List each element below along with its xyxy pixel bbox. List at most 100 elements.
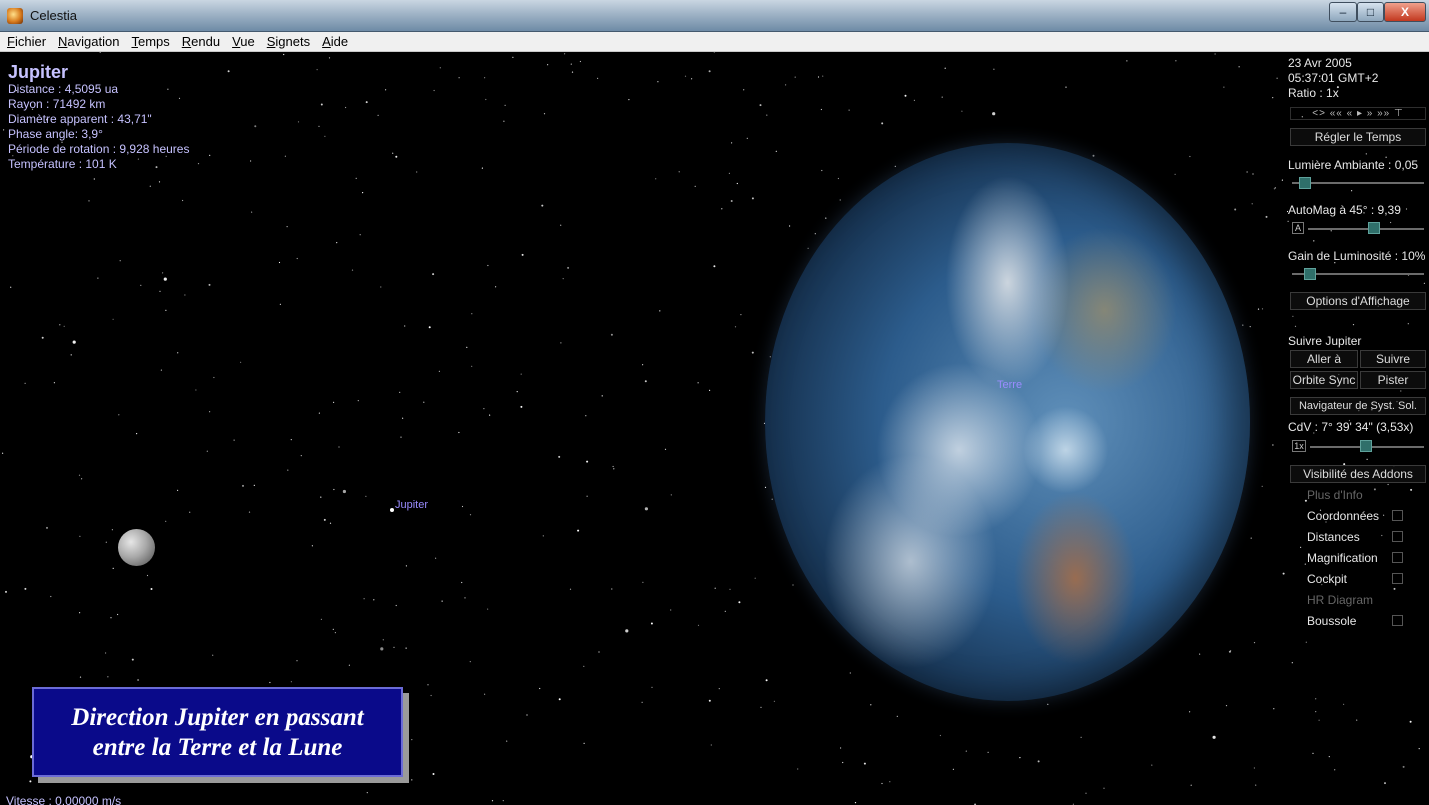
- star: [642, 364, 644, 366]
- star: [1384, 782, 1386, 785]
- moon[interactable]: [118, 529, 155, 566]
- star: [740, 314, 742, 316]
- coordinates-checkbox[interactable]: [1392, 510, 1403, 521]
- star: [773, 700, 776, 702]
- compass-checkbox[interactable]: [1392, 615, 1403, 626]
- star: [50, 595, 52, 598]
- menu-aide[interactable]: Aide: [322, 34, 348, 49]
- star: [571, 71, 574, 73]
- star: [670, 494, 672, 496]
- star: [1238, 66, 1240, 68]
- star: [1047, 703, 1049, 705]
- maximize-button[interactable]: □: [1357, 2, 1384, 22]
- automag-thumb[interactable]: [1368, 222, 1380, 234]
- star: [775, 150, 777, 152]
- magnification-checkbox[interactable]: [1392, 552, 1403, 563]
- star: [41, 336, 44, 339]
- menu-rendu[interactable]: Rendu: [182, 34, 220, 49]
- star: [363, 598, 365, 600]
- star: [1252, 173, 1254, 175]
- star: [320, 618, 322, 621]
- star: [670, 609, 672, 611]
- close-button[interactable]: X: [1384, 2, 1426, 22]
- star: [1253, 767, 1255, 769]
- star: [53, 382, 56, 384]
- menu-temps[interactable]: Temps: [131, 34, 169, 49]
- star: [316, 69, 318, 71]
- info-temperature: Température : 101 K: [8, 157, 117, 171]
- star: [112, 567, 114, 570]
- star: [889, 781, 891, 783]
- star: [659, 310, 661, 312]
- star: [789, 225, 791, 227]
- menu-fichier[interactable]: Fichier: [7, 34, 46, 49]
- set-time-button[interactable]: Régler le Temps: [1290, 128, 1426, 146]
- addons-visibility-button[interactable]: Visibilité des Addons: [1290, 465, 1426, 483]
- star: [1273, 708, 1275, 710]
- solar-system-browser-button[interactable]: Navigateur de Syst. Sol.: [1290, 397, 1426, 415]
- star: [709, 389, 711, 391]
- star: [664, 448, 667, 450]
- distances-checkbox[interactable]: [1392, 531, 1403, 542]
- follow-button[interactable]: Suivre: [1360, 350, 1426, 368]
- star: [731, 142, 733, 144]
- star: [1315, 711, 1317, 713]
- star: [1249, 326, 1251, 328]
- goto-button[interactable]: Aller à: [1290, 350, 1358, 368]
- star: [162, 272, 164, 274]
- orbit-sync-button[interactable]: Orbite Sync: [1290, 371, 1358, 389]
- ambient-light-thumb[interactable]: [1299, 177, 1311, 189]
- star: [1019, 757, 1021, 759]
- display-options-button[interactable]: Options d'Affichage: [1290, 292, 1426, 310]
- star: [521, 253, 524, 256]
- fov-reset-button[interactable]: 1x: [1292, 440, 1306, 452]
- star: [1387, 483, 1389, 486]
- ambient-light-slider[interactable]: [1292, 182, 1424, 184]
- star: [734, 326, 737, 328]
- star: [385, 89, 387, 91]
- star: [1390, 221, 1392, 224]
- star: [432, 773, 435, 775]
- star: [1080, 736, 1082, 738]
- menu-vue[interactable]: Vue: [232, 34, 255, 49]
- track-button[interactable]: Pister: [1360, 371, 1426, 389]
- star: [290, 439, 292, 441]
- star: [336, 242, 338, 244]
- jupiter-point[interactable]: [390, 508, 394, 512]
- star: [63, 325, 65, 327]
- earth-planet[interactable]: [765, 143, 1250, 701]
- star: [1246, 171, 1248, 173]
- brightness-gain-thumb[interactable]: [1304, 268, 1316, 280]
- star: [1365, 153, 1367, 155]
- star: [520, 405, 523, 408]
- star: [657, 81, 659, 83]
- star: [489, 414, 491, 416]
- star: [642, 581, 644, 584]
- cockpit-checkbox[interactable]: [1392, 573, 1403, 584]
- automag-slider[interactable]: [1308, 228, 1424, 230]
- star: [516, 391, 518, 393]
- automag-toggle[interactable]: A: [1292, 222, 1304, 234]
- star: [710, 744, 712, 746]
- fov-thumb[interactable]: [1360, 440, 1372, 452]
- star: [212, 654, 214, 656]
- menu-navigation[interactable]: Navigation: [58, 34, 119, 49]
- star: [400, 436, 402, 438]
- star: [318, 125, 320, 127]
- time-control-buttons[interactable]: <> «« « ▸ » »» ⊤: [1290, 107, 1426, 120]
- star: [721, 208, 723, 210]
- star: [405, 647, 407, 649]
- info-phase-angle: Phase angle: 3,9°: [8, 127, 103, 141]
- star: [150, 588, 153, 590]
- star: [209, 411, 211, 413]
- minimize-button[interactable]: –: [1329, 2, 1357, 22]
- space-viewport[interactable]: Terre Jupiter Jupiter Distance : 4,5095 …: [0, 52, 1429, 805]
- star: [1400, 390, 1402, 392]
- star: [269, 681, 271, 684]
- star: [279, 303, 281, 305]
- menu-signets[interactable]: Signets: [267, 34, 310, 49]
- star: [583, 742, 585, 745]
- star: [213, 376, 215, 379]
- star: [1383, 514, 1385, 516]
- star: [724, 610, 726, 612]
